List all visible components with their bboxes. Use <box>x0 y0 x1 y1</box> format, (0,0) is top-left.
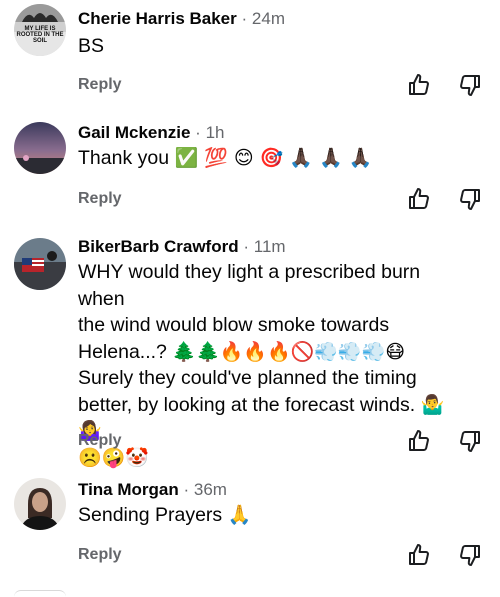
reply-button[interactable]: Reply <box>78 431 122 451</box>
avatar-logo-text: MY LIFE IS ROOTED IN THE SOIL <box>16 26 64 44</box>
comment-line: the wind would blow smoke towards <box>78 314 390 336</box>
separator: · <box>243 237 250 256</box>
comment-header: Cherie Harris Baker · 24m <box>78 9 285 29</box>
avatar[interactable] <box>14 238 66 290</box>
emoji-sequence: 🌲🌲🔥🔥🔥🚫💨💨💨😷 <box>172 340 406 363</box>
timestamp[interactable]: 24m <box>252 9 285 28</box>
avatar[interactable] <box>14 122 66 174</box>
comment-header: Gail Mckenzie · 1h <box>78 123 225 143</box>
comment-line-text: better, by looking at the forecast winds… <box>78 393 416 416</box>
thumbs-up-icon[interactable] <box>407 187 431 211</box>
reply-button[interactable]: Reply <box>78 545 122 565</box>
author-name[interactable]: Tina Morgan <box>78 480 179 499</box>
author-name[interactable]: BikerBarb Crawford <box>78 237 239 256</box>
separator: · <box>183 480 190 499</box>
comment-line: BS <box>78 35 105 57</box>
timestamp[interactable]: 11m <box>254 237 286 256</box>
comment-text: Thank you ✅ 💯 😊 🎯 🙏🏿 🙏🏿 🙏🏿 <box>78 145 458 172</box>
separator: · <box>195 123 201 142</box>
reply-button[interactable]: Reply <box>78 189 122 209</box>
avatar-image <box>14 238 66 290</box>
thumbs-up-icon[interactable] <box>407 73 431 97</box>
praying-hands-emoji: 🙏 <box>227 504 252 526</box>
comment-text: Sending Prayers 🙏 <box>78 502 458 529</box>
comment-line: Sending Prayers <box>78 504 223 526</box>
comment-header: Tina Morgan · 36m <box>78 480 227 500</box>
thumbs-down-icon[interactable] <box>458 73 482 97</box>
thumbs-down-icon[interactable] <box>458 429 482 453</box>
timestamp[interactable]: 1h <box>206 123 225 142</box>
emoji-sequence: ✅ 💯 😊 🎯 🙏🏿 🙏🏿 🙏🏿 <box>174 147 373 169</box>
comment-line: better, by looking at the forecast winds… <box>78 392 458 445</box>
comment-text: BS <box>78 33 458 60</box>
comment-line: Surely they could've planned the timing <box>78 367 417 389</box>
comment-line: Helena...? 🌲🌲🔥🔥🔥🚫💨💨💨😷 <box>78 339 458 366</box>
comment-line: WHY would they light a prescribed burn w… <box>78 261 421 310</box>
comment-line: ☹️🤪🤡 <box>78 445 458 472</box>
comment-header: BikerBarb Crawford · 11m <box>78 237 286 257</box>
timestamp[interactable]: 36m <box>194 480 227 499</box>
reply-button[interactable]: Reply <box>78 75 122 95</box>
comment-text: WHY would they light a prescribed burn w… <box>78 259 458 471</box>
avatar-image <box>14 478 66 530</box>
thumbs-up-icon[interactable] <box>407 543 431 567</box>
author-name[interactable]: Cherie Harris Baker <box>78 9 237 28</box>
comment-line-text: Helena...? <box>78 340 167 363</box>
avatar[interactable] <box>14 478 66 530</box>
author-name[interactable]: Gail Mckenzie <box>78 123 190 142</box>
thumbs-down-icon[interactable] <box>458 187 482 211</box>
avatar-image <box>14 122 66 174</box>
thumbs-down-icon[interactable] <box>458 543 482 567</box>
comment-line: Thank you <box>78 147 170 169</box>
thumbs-up-icon[interactable] <box>407 429 431 453</box>
separator: · <box>241 9 248 28</box>
avatar[interactable]: MY LIFE IS ROOTED IN THE SOIL <box>14 4 66 56</box>
